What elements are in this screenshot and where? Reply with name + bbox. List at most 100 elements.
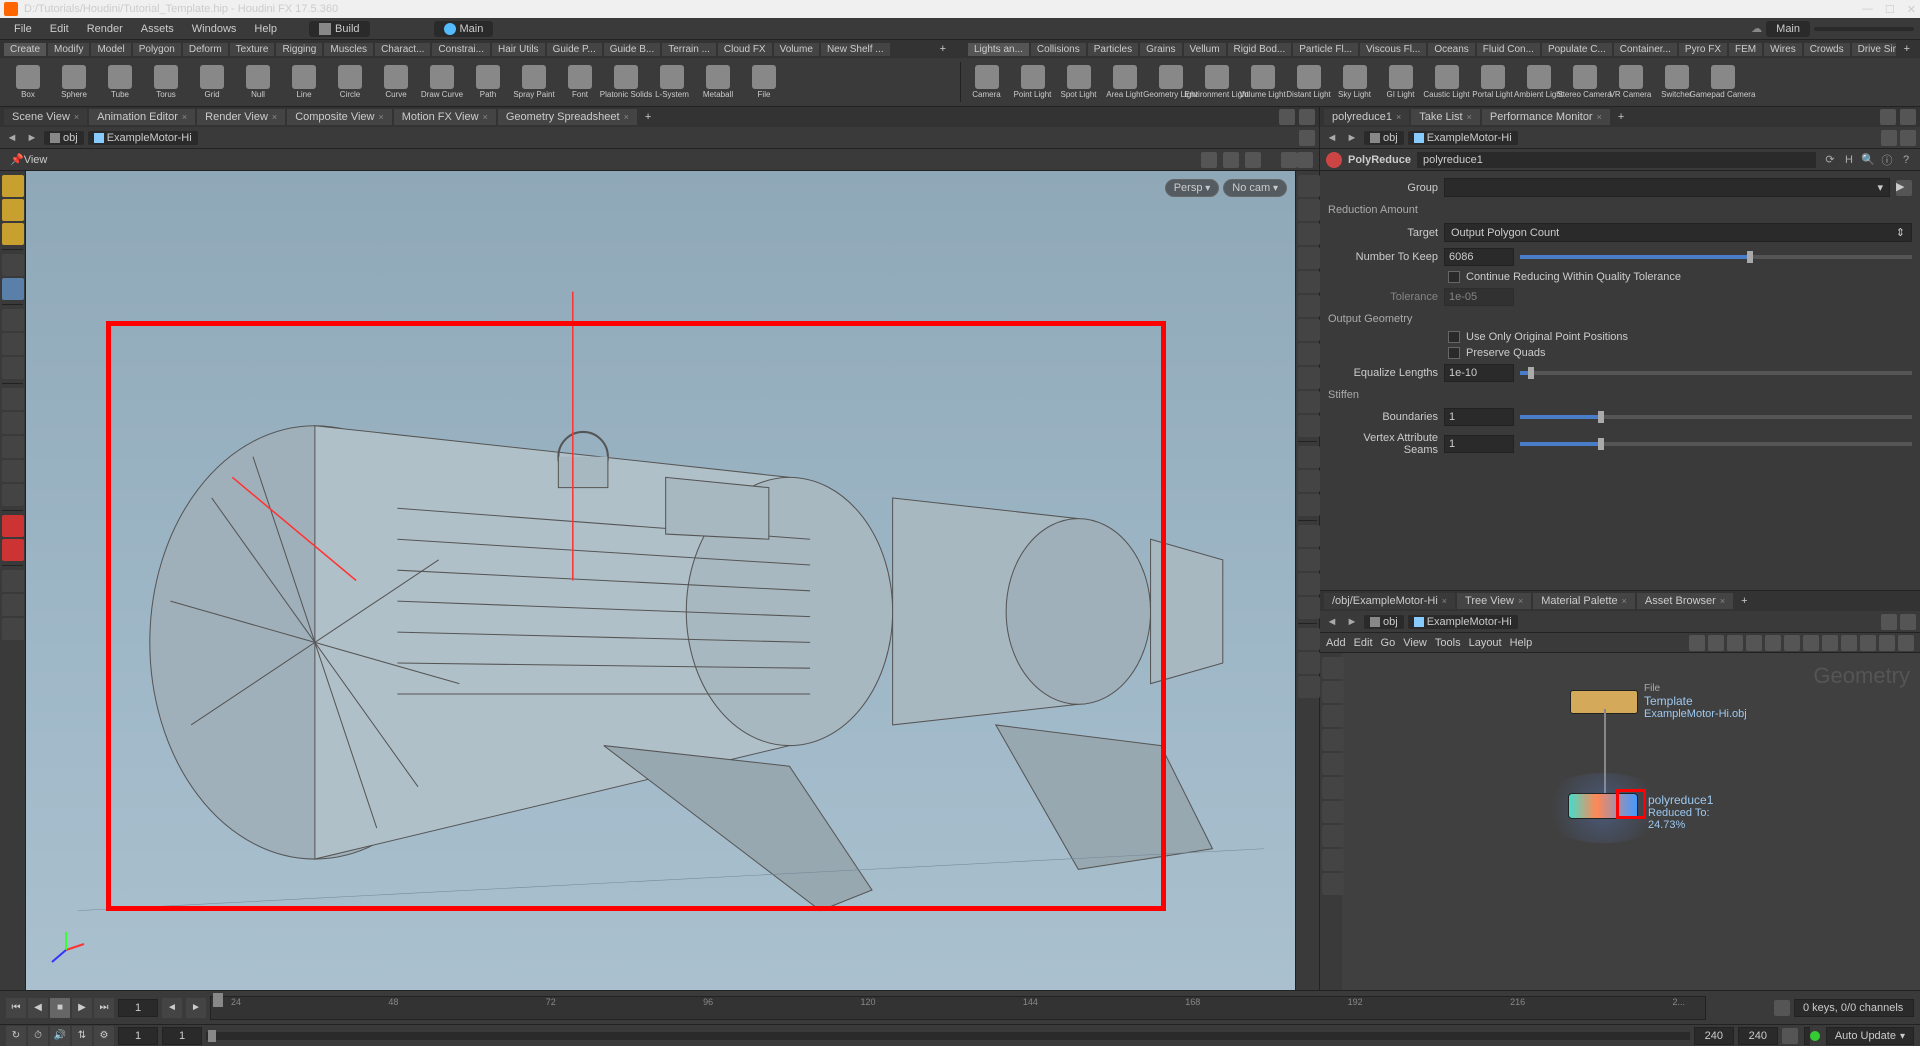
shelf-tool-vr-camera[interactable]: VR Camera <box>1609 60 1653 104</box>
param-pane-menu[interactable] <box>1880 109 1896 125</box>
shelf-tool-environment-light[interactable]: Environment Light <box>1195 60 1239 104</box>
nav-back[interactable]: ◄ <box>1324 130 1340 146</box>
menu-edit[interactable]: Edit <box>42 21 77 37</box>
shelf-tab-3[interactable]: Polygon <box>133 43 181 56</box>
param-pane-expand[interactable] <box>1900 109 1916 125</box>
shelf-tab-r-8[interactable]: Oceans <box>1428 43 1474 56</box>
nav-back[interactable]: ◄ <box>1324 614 1340 630</box>
shelf-tab-r-1[interactable]: Collisions <box>1031 43 1086 56</box>
shelf-tool-volume-light[interactable]: Volume Light <box>1241 60 1285 104</box>
range-slider[interactable] <box>206 1032 1690 1040</box>
shelf-tab-r-0[interactable]: Lights an... <box>968 43 1029 56</box>
check-preserve-quads[interactable]: Preserve Quads <box>1448 345 1912 361</box>
display-tool-2[interactable] <box>2 333 24 355</box>
shelf-tool-portal-light[interactable]: Portal Light <box>1471 60 1515 104</box>
play-reverse-button[interactable]: ◀ <box>28 998 48 1018</box>
shelf-tab-14[interactable]: Cloud FX <box>718 43 772 56</box>
display-opt-9[interactable] <box>1298 367 1320 389</box>
code-icon[interactable]: H <box>1841 152 1857 168</box>
select-tool[interactable] <box>2 175 24 197</box>
net-icon-2[interactable] <box>1708 635 1724 651</box>
vertex-seams-input[interactable] <box>1444 435 1514 453</box>
number-keep-slider[interactable] <box>1520 255 1912 259</box>
misc-tool[interactable] <box>2 618 24 640</box>
tab-tree-view[interactable]: Tree View× <box>1457 593 1531 609</box>
display-opt-11[interactable] <box>1298 415 1320 437</box>
net-menu-help[interactable]: Help <box>1510 637 1533 649</box>
tab-material-palette[interactable]: Material Palette× <box>1533 593 1635 609</box>
info-icon[interactable]: ⓘ <box>1879 152 1895 168</box>
shelf-tab-r-14[interactable]: Wires <box>1764 43 1802 56</box>
shelf-tab-12[interactable]: Guide B... <box>604 43 660 56</box>
shelf-tool-path[interactable]: Path <box>466 60 510 104</box>
net-icon-3[interactable] <box>1727 635 1743 651</box>
shelf-tab-r-5[interactable]: Rigid Bod... <box>1228 43 1292 56</box>
tab-perf-monitor[interactable]: Performance Monitor× <box>1482 109 1610 125</box>
shelf-tool-sky-light[interactable]: Sky Light <box>1333 60 1377 104</box>
display-opt-21[interactable] <box>1298 676 1320 698</box>
tab-geo-spreadsheet[interactable]: Geometry Spreadsheet× <box>498 109 637 125</box>
shelf-tab-r-6[interactable]: Particle Fl... <box>1293 43 1358 56</box>
shelf-tool-caustic-light[interactable]: Caustic Light <box>1425 60 1469 104</box>
check-continue-reducing[interactable]: Continue Reducing Within Quality Toleran… <box>1448 269 1912 285</box>
brush-tool[interactable] <box>2 223 24 245</box>
shelf-tab-6[interactable]: Rigging <box>276 43 322 56</box>
tab-render-view[interactable]: Render View× <box>197 109 285 125</box>
shelf-tool-ambient-light[interactable]: Ambient Light <box>1517 60 1561 104</box>
shelf-tab-r-10[interactable]: Populate C... <box>1542 43 1612 56</box>
shelf-tool-platonic-solids[interactable]: Platonic Solids <box>604 60 648 104</box>
magnet-tool[interactable] <box>2 515 24 537</box>
shelf-tab-13[interactable]: Terrain ... <box>662 43 716 56</box>
shelf-tab-16[interactable]: New Shelf ... <box>821 43 890 56</box>
tab-scene-view[interactable]: Scene View× <box>4 109 87 125</box>
display-opt-15[interactable] <box>1298 525 1320 547</box>
view-tool-2[interactable] <box>1223 152 1239 168</box>
target-dropdown[interactable]: Output Polygon Count⇕ <box>1444 223 1912 242</box>
audio-button[interactable]: 🔊 <box>50 1026 70 1046</box>
shelf-tool-tube[interactable]: Tube <box>98 60 142 104</box>
path-jump-icon[interactable] <box>1900 130 1916 146</box>
boundaries-input[interactable] <box>1444 408 1514 426</box>
display-opt-18[interactable] <box>1298 597 1320 619</box>
shelf-tab-1[interactable]: Modify <box>48 43 89 56</box>
view-tool-3[interactable] <box>1245 152 1261 168</box>
key-icon[interactable] <box>1782 1028 1798 1044</box>
shelf-tab-10[interactable]: Hair Utils <box>492 43 545 56</box>
group-select-icon[interactable]: ▶ <box>1896 180 1912 196</box>
shelf-tab-r-7[interactable]: Viscous Fl... <box>1360 43 1426 56</box>
net-menu-tools[interactable]: Tools <box>1435 637 1461 649</box>
persp-dropdown[interactable]: Persp ▾ <box>1165 179 1220 197</box>
equalize-input[interactable] <box>1444 364 1514 382</box>
net-icon-7[interactable] <box>1803 635 1819 651</box>
net-icon-11[interactable] <box>1879 635 1895 651</box>
shelf-tab-0[interactable]: Create <box>4 43 46 56</box>
snap-tool-3[interactable] <box>2 436 24 458</box>
shelf-tool-metaball[interactable]: Metaball <box>696 60 740 104</box>
net-icon-12[interactable] <box>1898 635 1914 651</box>
shelf-tool-area-light[interactable]: Area Light <box>1103 60 1147 104</box>
net-icon-6[interactable] <box>1784 635 1800 651</box>
display-opt-10[interactable] <box>1298 391 1320 413</box>
tab-polyreduce1[interactable]: polyreduce1× <box>1324 109 1409 125</box>
nav-fwd[interactable]: ► <box>1344 130 1360 146</box>
menu-help[interactable]: Help <box>246 21 285 37</box>
net-tool-5[interactable] <box>1322 753 1344 775</box>
display-opt-8[interactable] <box>1298 343 1320 365</box>
net-tool-3[interactable] <box>1322 705 1344 727</box>
shelf-tool-spot-light[interactable]: Spot Light <box>1057 60 1101 104</box>
shelf-tool-distant-light[interactable]: Distant Light <box>1287 60 1331 104</box>
range-button[interactable]: ⇅ <box>72 1026 92 1046</box>
shelf-tab-r-3[interactable]: Grains <box>1140 43 1181 56</box>
net-tool-10[interactable] <box>1322 873 1344 895</box>
display-opt-1[interactable] <box>1298 175 1320 197</box>
snap-tool-4[interactable] <box>2 460 24 482</box>
net-tool-2[interactable] <box>1322 681 1344 703</box>
crumb-node[interactable]: ExampleMotor-Hi <box>1408 615 1518 629</box>
crumb-obj[interactable]: obj <box>1364 615 1404 629</box>
first-frame-button[interactable]: ⏮ <box>6 998 26 1018</box>
range-end-input[interactable] <box>1694 1027 1734 1045</box>
shelf-tool-gamepad-camera[interactable]: Gamepad Camera <box>1701 60 1745 104</box>
display-opt-5[interactable] <box>1298 271 1320 293</box>
arrow-tool[interactable] <box>2 254 24 276</box>
stop-button[interactable]: ■ <box>50 998 70 1018</box>
